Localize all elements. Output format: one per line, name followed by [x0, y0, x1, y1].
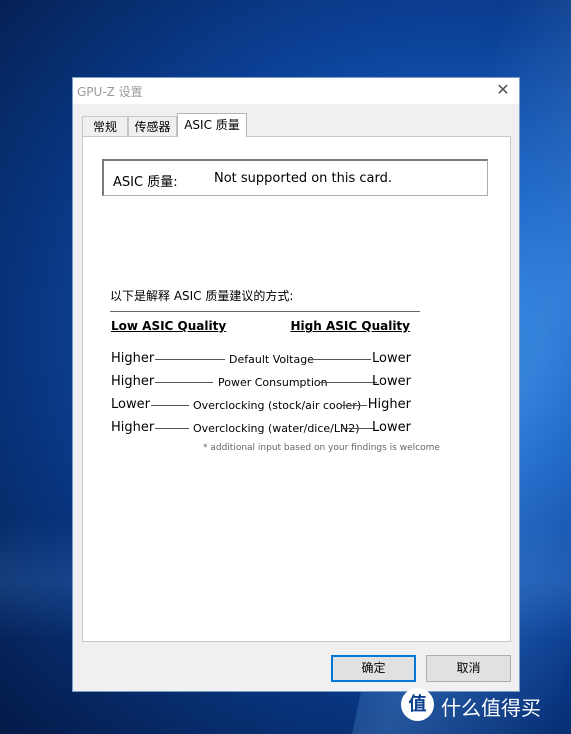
asic-panel: ASIC 质量: Not supported on this card. 以下是… — [82, 136, 511, 642]
close-icon[interactable]: ✕ — [493, 80, 513, 100]
metric-label: Overclocking (stock/air cooler) — [193, 399, 362, 412]
guide-divider — [110, 311, 420, 312]
asic-quality-box: ASIC 质量: Not supported on this card. — [102, 159, 488, 196]
low-value: Higher — [111, 374, 155, 389]
connector-line — [309, 359, 371, 360]
cancel-button[interactable]: 取消 — [426, 655, 511, 682]
asic-quality-label: ASIC 质量: — [113, 175, 178, 190]
connector-line — [319, 382, 377, 383]
title-bar[interactable]: GPU-Z 设置 ✕ — [73, 78, 519, 104]
watermark-logo-glyph: 值 — [408, 694, 427, 715]
connector-line — [342, 405, 367, 406]
tab-asic-quality[interactable]: ASIC 质量 — [177, 113, 247, 137]
asic-quality-value: Not supported on this card. — [214, 171, 392, 186]
window-title: GPU-Z 设置 — [77, 85, 143, 99]
high-value: Higher — [367, 397, 411, 412]
guide-row: Higher Power Consumption Lower — [111, 374, 411, 390]
guide-row: Higher Default Voltage Lower — [111, 351, 411, 367]
guide-footnote: * additional input based on your finding… — [203, 443, 440, 453]
tab-general[interactable]: 常规 — [82, 116, 128, 136]
high-value: Lower — [372, 351, 411, 366]
connector-line — [155, 428, 189, 429]
high-asic-header: High ASIC Quality — [290, 319, 410, 333]
high-value: Lower — [372, 374, 411, 389]
settings-dialog: GPU-Z 设置 ✕ 常规 传感器 ASIC 质量 ASIC 质量: Not s… — [72, 77, 520, 692]
connector-line — [151, 405, 189, 406]
connector-line — [155, 359, 225, 360]
metric-label: Default Voltage — [229, 353, 314, 366]
high-value: Lower — [372, 420, 411, 435]
metric-label: Power Consumption — [218, 376, 328, 389]
tab-sensors[interactable]: 传感器 — [128, 116, 177, 136]
low-value: Lower — [111, 397, 150, 412]
metric-label: Overclocking (water/dice/LN2) — [193, 422, 360, 435]
guide-row: Higher Overclocking (water/dice/LN2) Low… — [111, 420, 411, 436]
low-value: Higher — [111, 351, 155, 366]
connector-line — [341, 428, 375, 429]
ok-button[interactable]: 确定 — [331, 655, 416, 682]
guide-intro: 以下是解释 ASIC 质量建议的方式: — [110, 289, 294, 303]
low-value: Higher — [111, 420, 155, 435]
watermark-text: 什么值得买 — [441, 696, 541, 720]
connector-line — [155, 382, 213, 383]
guide-row: Lower Overclocking (stock/air cooler) Hi… — [111, 397, 411, 413]
low-asic-header: Low ASIC Quality — [111, 319, 227, 333]
